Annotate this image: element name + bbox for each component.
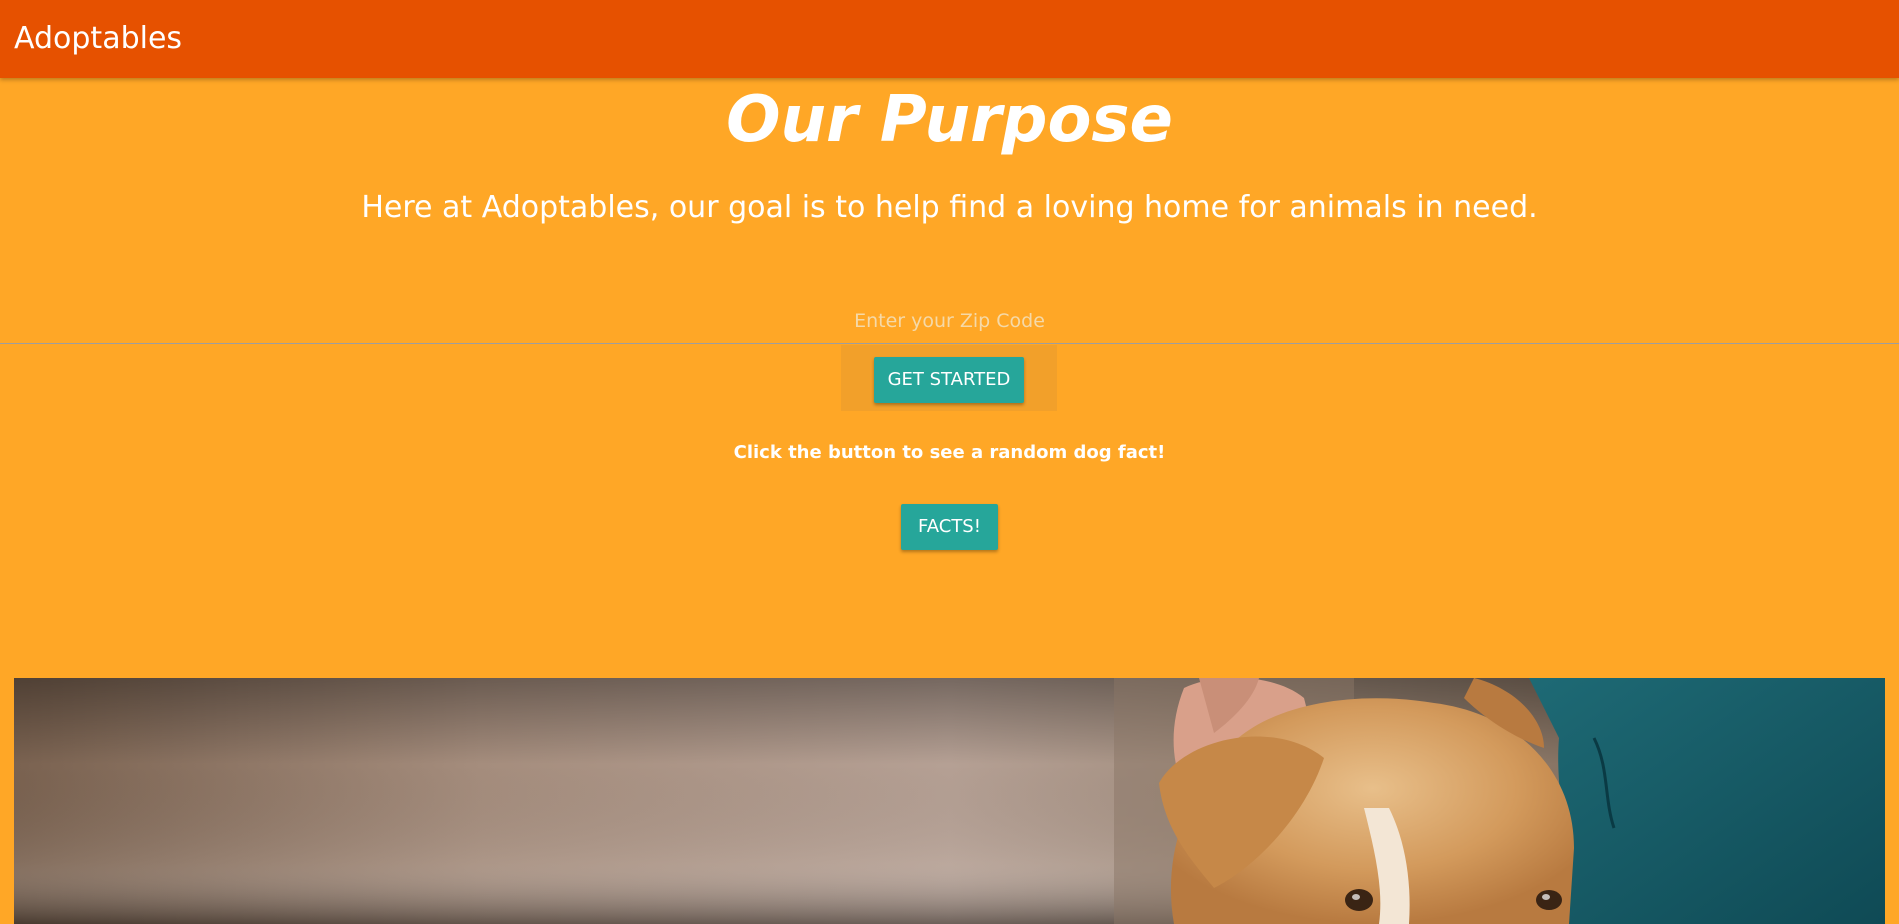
navbar: Adoptables	[0, 0, 1899, 78]
dog-fact-prompt: Click the button to see a random dog fac…	[733, 442, 1166, 463]
dog-photo	[14, 678, 1885, 924]
brand-logo[interactable]: Adoptables	[14, 20, 182, 58]
page-title: Our Purpose	[726, 83, 1173, 157]
facts-button[interactable]: FACTS!	[901, 504, 998, 550]
get-started-button[interactable]: GET STARTED	[874, 357, 1024, 403]
page-subtitle: Here at Adoptables, our goal is to help …	[361, 190, 1538, 225]
zip-code-input[interactable]	[0, 298, 1899, 344]
